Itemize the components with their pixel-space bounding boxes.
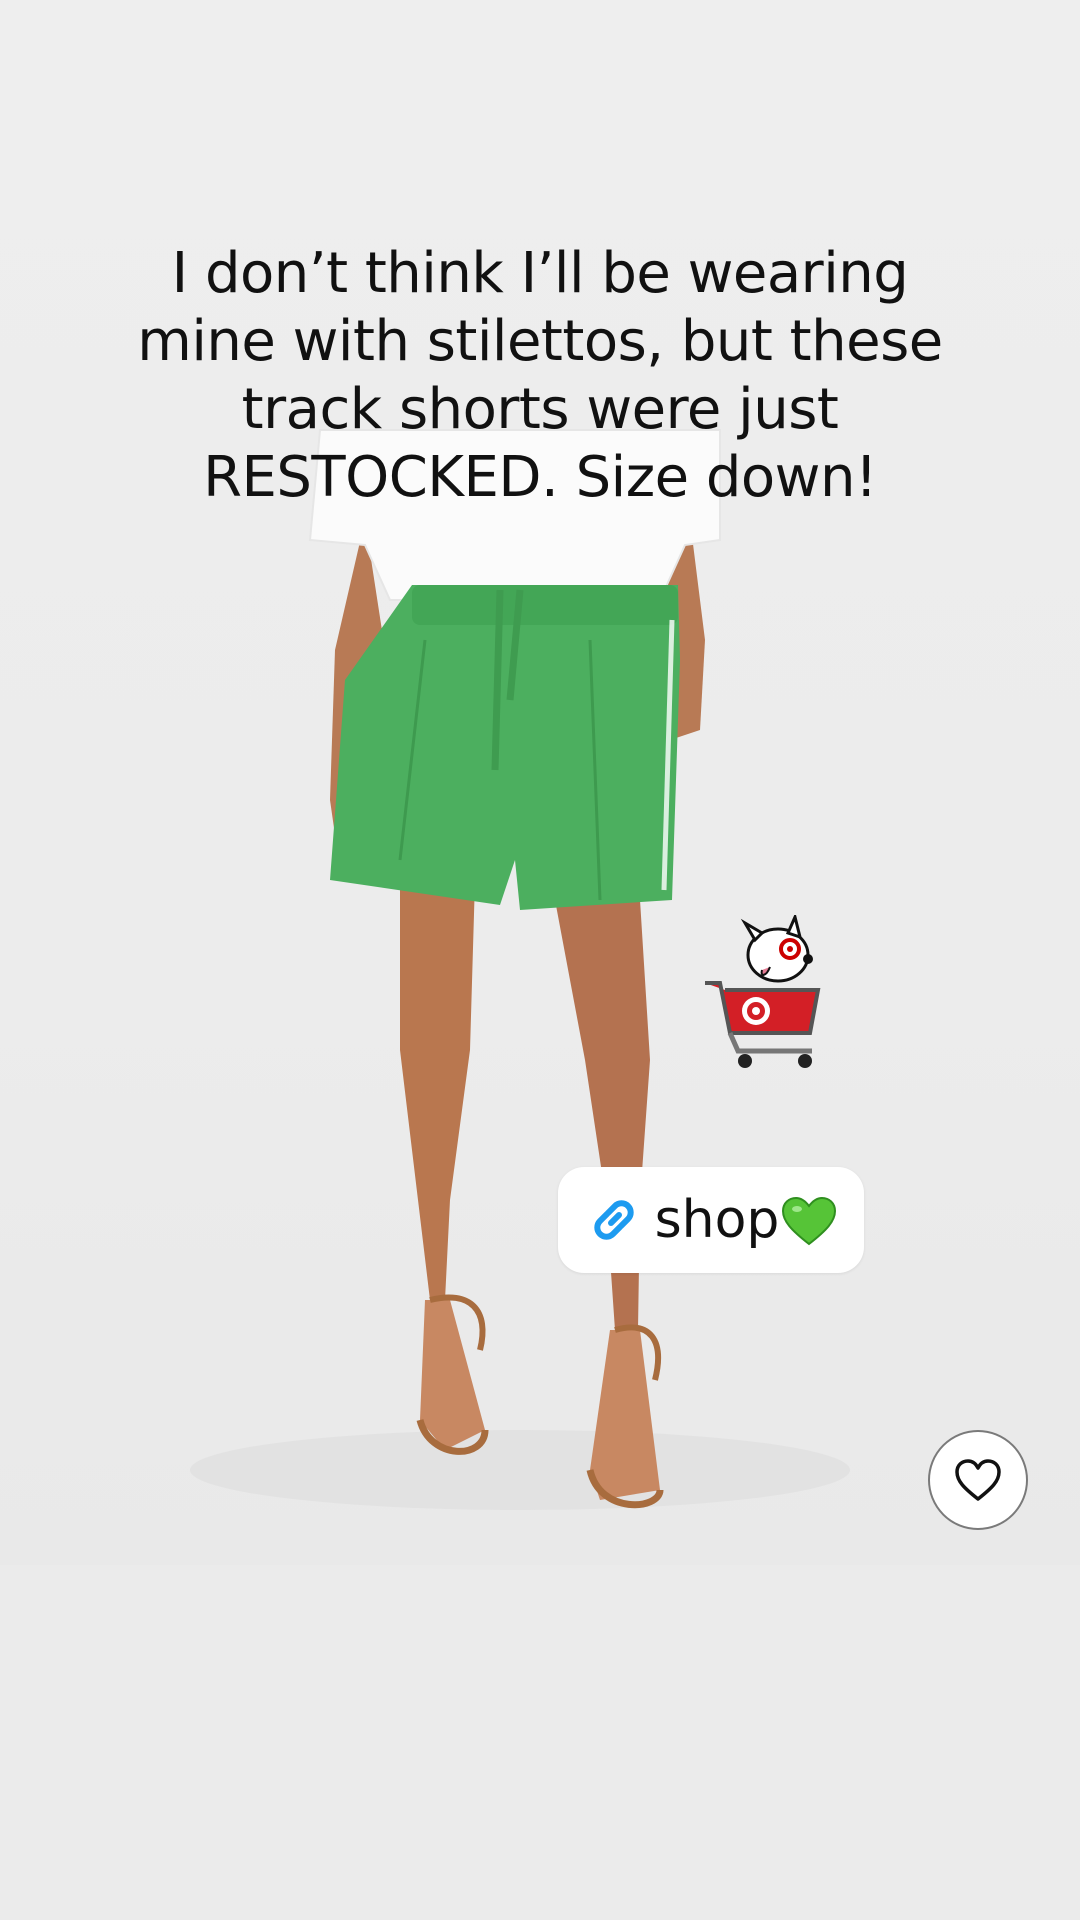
target-dog-cart-icon — [705, 915, 821, 1068]
green-heart-icon — [782, 1196, 837, 1246]
below-image-area — [0, 1565, 1080, 1920]
like-button[interactable] — [928, 1430, 1028, 1530]
heart-outline-icon — [955, 1459, 1001, 1501]
model-figure — [190, 429, 850, 1510]
product-photo — [0, 0, 1080, 1565]
post-caption: I don’t think I’ll be wearing mine with … — [137, 241, 943, 510]
shop-link-button[interactable]: shop — [558, 1167, 864, 1273]
shop-link-label: shop — [654, 1190, 780, 1250]
link-icon — [593, 1200, 634, 1240]
